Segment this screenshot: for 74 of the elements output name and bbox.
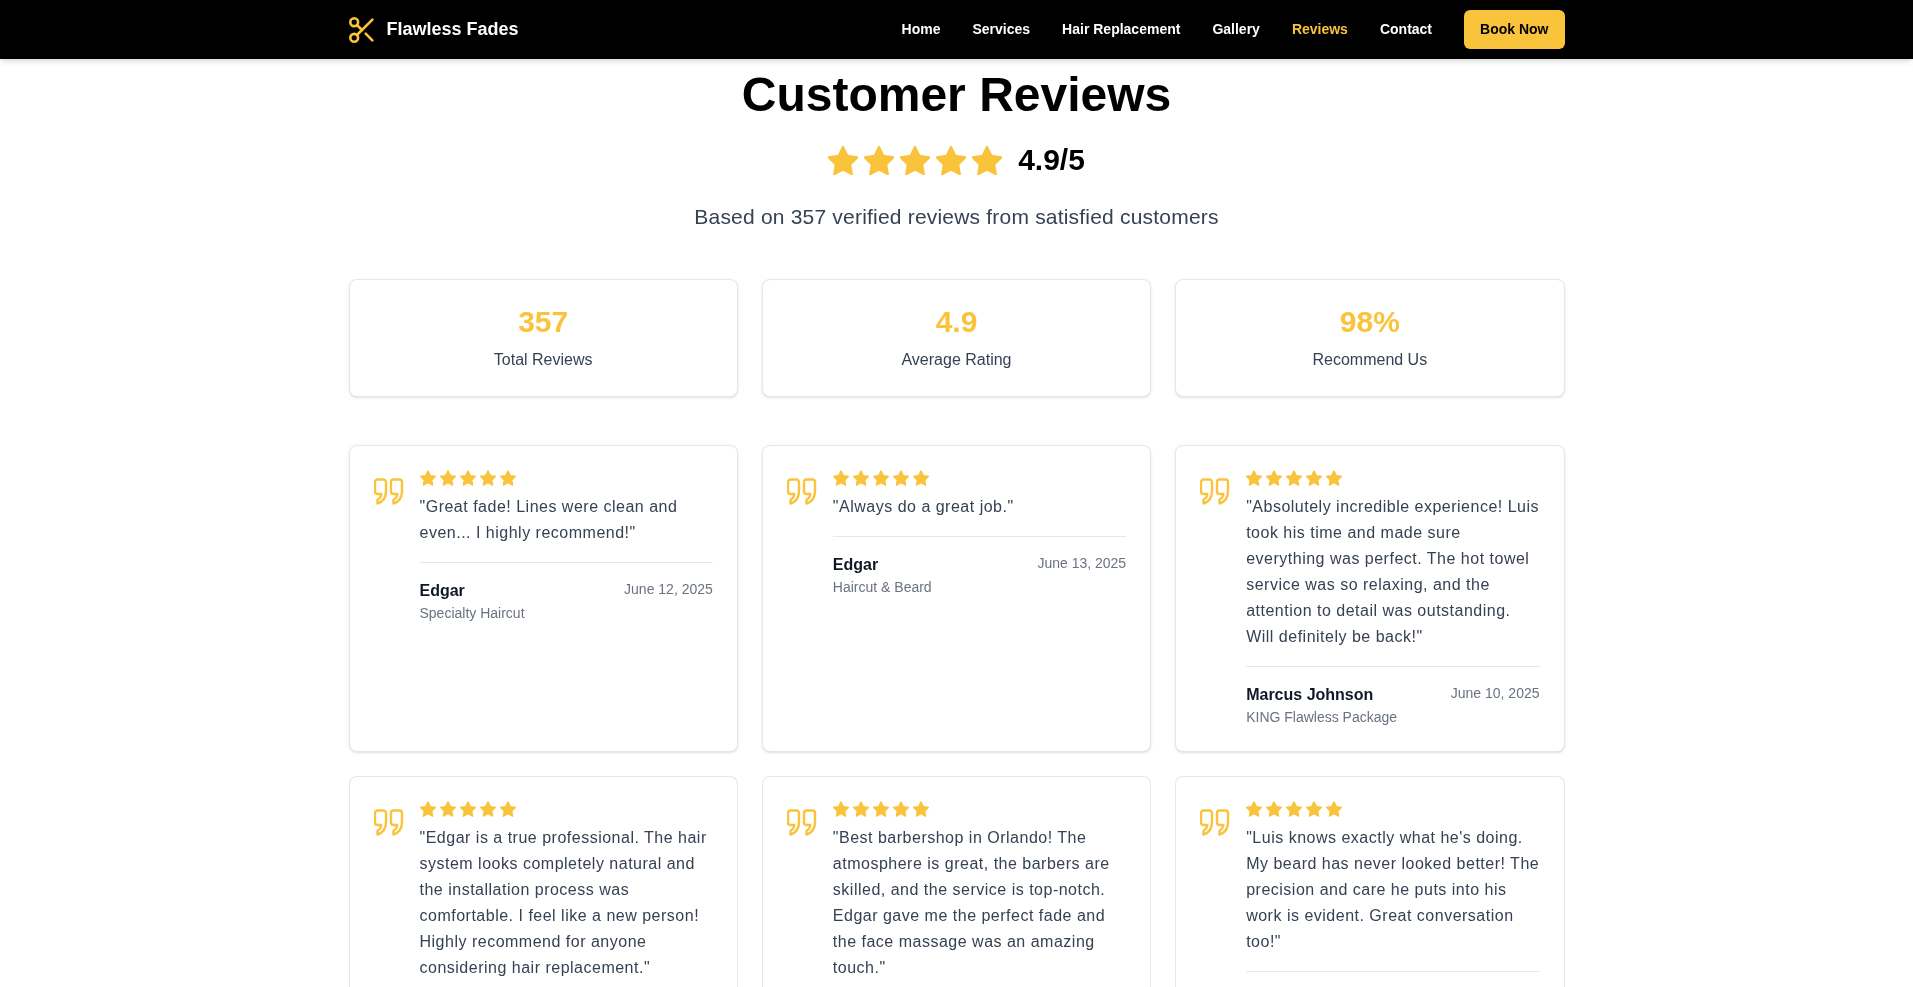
nav-link[interactable]: Gallery <box>1212 19 1260 40</box>
stat-label: Average Rating <box>901 350 1012 370</box>
review-date: June 12, 2025 <box>624 580 713 599</box>
star-icon <box>1266 470 1283 486</box>
review-quote: "Always do a great job." <box>832 497 1015 517</box>
star-icon <box>1306 801 1323 817</box>
book-now-button[interactable]: Book Now <box>1464 10 1565 49</box>
nav-link[interactable]: Services <box>972 19 1031 40</box>
star-icon <box>912 470 929 486</box>
star-icon <box>1326 801 1343 817</box>
reviewer-name: Marcus Johnson <box>1246 685 1374 705</box>
star-icon <box>864 145 895 175</box>
star-icon <box>828 145 859 175</box>
star-icon <box>1286 470 1303 486</box>
service-name: Haircut & Beard <box>832 578 933 597</box>
star-icon <box>479 470 496 486</box>
star-icon <box>1326 470 1343 486</box>
star-icon <box>1306 470 1323 486</box>
brand-name[interactable]: Flawless Fades <box>386 16 519 43</box>
review-quote: "Absolutely incredible experience! Luis took his time and made sure everything was perfect. The hot towel service was so relaxing, and the attention to detail was outstanding. Will definitely be back!" <box>1246 497 1540 647</box>
star-icon <box>439 470 456 486</box>
star-icon <box>499 470 516 486</box>
star-icon <box>499 801 516 817</box>
nav-link[interactable]: Hair Replacement <box>1062 19 1181 40</box>
nav-link[interactable]: Home <box>901 19 941 40</box>
star-icon <box>852 470 869 486</box>
star-icon <box>1266 801 1283 817</box>
quote-icon <box>373 478 404 505</box>
star-icon <box>832 801 849 817</box>
star-icon <box>892 801 909 817</box>
review-quote: "Luis knows exactly what he's doing. My beard has never looked better! The precision and care he puts into his work is evident. Great conversation too!" <box>1246 828 1540 952</box>
subtitle: Based on 357 verified reviews from satisfied customers <box>694 204 1219 230</box>
star-icon <box>459 470 476 486</box>
reviewer-name: Edgar <box>419 581 465 601</box>
star-icon <box>419 470 436 486</box>
rating-score: 4.9/5 <box>1018 142 1085 178</box>
star-icon <box>936 145 967 175</box>
star-icon <box>419 801 436 817</box>
stat-label: Total Reviews <box>493 350 593 370</box>
review-date: June 13, 2025 <box>1037 554 1127 573</box>
stat-label: Recommend Us <box>1312 350 1428 370</box>
star-icon <box>479 801 496 817</box>
service-name: Specialty Haircut <box>419 604 526 623</box>
star-icon <box>900 145 931 175</box>
star-icon <box>1246 801 1263 817</box>
stat-value: 4.9 <box>935 304 978 340</box>
star-icon <box>912 801 929 817</box>
star-icon <box>872 470 889 486</box>
star-icon <box>1246 470 1263 486</box>
quote-icon <box>373 809 404 836</box>
star-icon <box>1286 801 1303 817</box>
reviewer-name: Edgar <box>832 555 879 575</box>
quote-icon <box>1200 478 1231 505</box>
star-icon <box>872 801 889 817</box>
star-icon <box>832 470 849 486</box>
review-quote: "Edgar is a true professional. The hair system looks completely natural and the installation process was comfortable. I feel like a new person! Highly recommend for anyone considering hair replacement." <box>419 828 708 978</box>
stat-value: 357 <box>518 304 569 340</box>
star-icon <box>852 801 869 817</box>
quote-icon <box>1200 809 1231 836</box>
scissors-icon <box>348 16 375 43</box>
nav-link[interactable]: Reviews <box>1291 19 1348 40</box>
stat-value: 98% <box>1339 304 1400 340</box>
nav-link[interactable]: Contact <box>1379 19 1433 40</box>
service-name: KING Flawless Package <box>1246 708 1399 727</box>
quote-icon <box>786 478 817 505</box>
star-icon <box>459 801 476 817</box>
star-icon <box>439 801 456 817</box>
quote-icon <box>786 809 817 836</box>
review-quote: "Best barbershop in Orlando! The atmosphere is great, the barbers are skilled, and the service is top-notch. Edgar gave me the perfect fade and the face massage was an amazing touch." <box>832 828 1111 978</box>
review-date: June 10, 2025 <box>1450 684 1540 703</box>
star-icon <box>892 470 909 486</box>
page-title: Customer Reviews <box>740 71 1173 119</box>
review-quote: "Great fade! Lines were clean and even... I highly recommend!" <box>419 497 679 543</box>
star-icon <box>972 145 1003 175</box>
